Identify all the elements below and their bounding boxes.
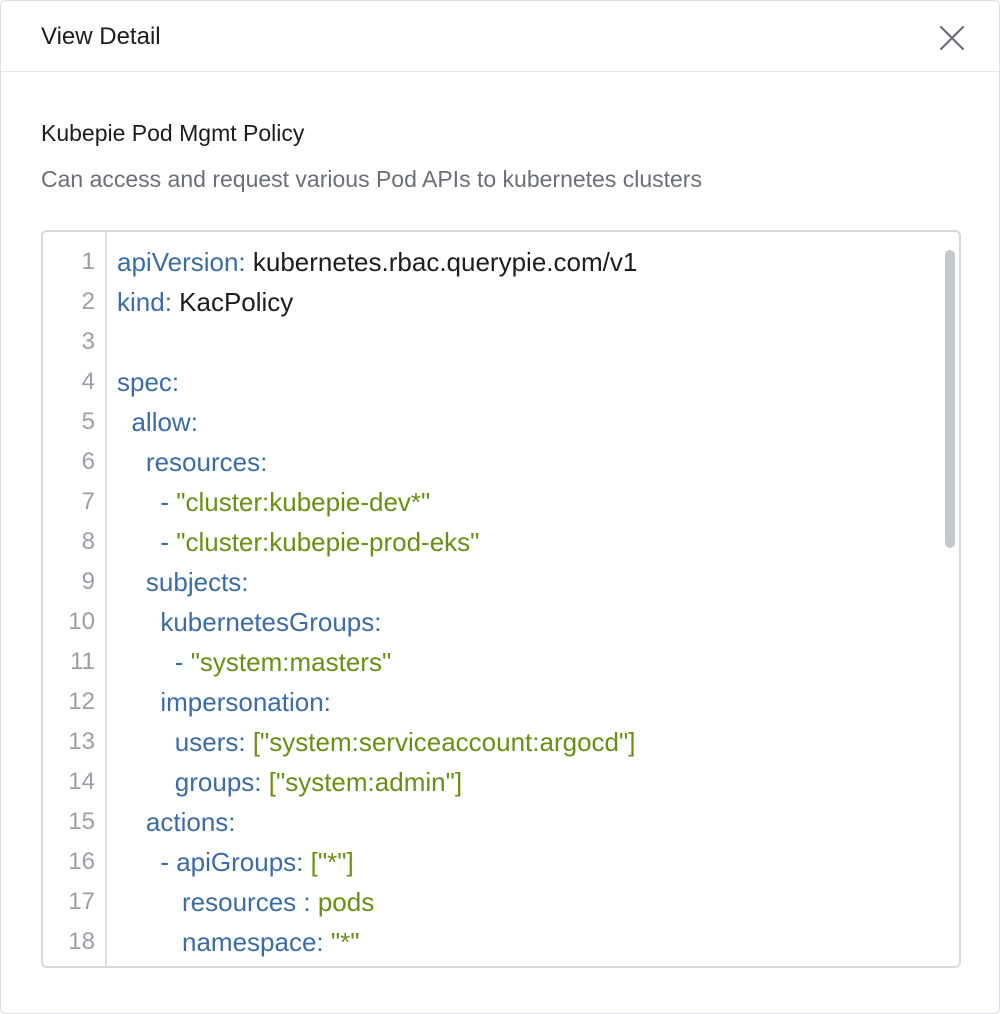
code-text: kubernetes.rbac.querypie.com/v1 xyxy=(245,247,638,277)
code-line: kind: KacPolicy xyxy=(117,282,293,322)
code-line: apiVersion: kubernetes.rbac.querypie.com… xyxy=(117,242,637,282)
line-number: 4 xyxy=(81,368,95,395)
code-line: actions: xyxy=(117,802,236,842)
code-key: actions: xyxy=(145,807,236,837)
code-key: users: xyxy=(174,727,246,757)
view-detail-dialog: View Detail Kubepie Pod Mgmt Policy Can … xyxy=(0,0,1000,1014)
code-line: impersonation: xyxy=(117,682,331,722)
code-string: "cluster:kubepie-dev*" xyxy=(176,487,431,517)
line-number: 10 xyxy=(68,608,95,635)
line-number: 17 xyxy=(68,888,95,915)
line-number: 14 xyxy=(68,768,95,795)
code-line: - "system:masters" xyxy=(117,642,391,682)
code-string: ["system:admin"] xyxy=(261,767,463,797)
code-line: spec: xyxy=(117,362,179,402)
editor-scrollbar[interactable] xyxy=(945,250,955,548)
code-key: spec: xyxy=(117,367,180,397)
code-key: resources : xyxy=(182,887,311,917)
policy-description: Can access and request various Pod APIs … xyxy=(41,166,702,192)
line-number: 1 xyxy=(81,248,95,275)
line-number: 9 xyxy=(81,568,95,595)
line-number: 7 xyxy=(81,488,95,515)
code-key: - xyxy=(174,647,191,677)
code-key: - xyxy=(160,527,177,557)
line-number: 16 xyxy=(68,848,95,875)
code-key: impersonation: xyxy=(160,687,331,717)
code-string: "cluster:kubepie-prod-eks" xyxy=(176,527,480,557)
code-line: kubernetesGroups: xyxy=(117,602,381,642)
code-line: groups: ["system:admin"] xyxy=(117,762,462,802)
line-number-gutter: 1 2 3 4 5 6 7 8 9 10 11 12 13 14 15 16 17 18 xyxy=(43,232,107,966)
code-string: pods xyxy=(310,887,375,917)
line-number: 18 xyxy=(68,928,95,955)
code-key: allow: xyxy=(131,407,198,437)
line-number: 8 xyxy=(81,528,95,555)
line-number: 15 xyxy=(68,808,95,835)
code-key: resources: xyxy=(145,447,268,477)
code-key: subjects: xyxy=(145,567,249,597)
dialog-title: View Detail xyxy=(41,23,161,50)
line-number: 3 xyxy=(81,328,95,355)
close-button[interactable] xyxy=(935,21,969,55)
code-key: - apiGroups: xyxy=(160,847,304,877)
code-key: namespace: xyxy=(182,927,324,957)
code-line: subjects: xyxy=(117,562,249,602)
code-line: resources: xyxy=(117,442,267,482)
code-string: "*" xyxy=(323,927,360,957)
policy-name: Kubepie Pod Mgmt Policy xyxy=(41,120,305,146)
code-string: ["system:serviceaccount:argocd"] xyxy=(245,727,636,757)
code-line: - "cluster:kubepie-dev*" xyxy=(117,482,430,522)
code-editor[interactable]: 1 2 3 4 5 6 7 8 9 10 11 12 13 14 15 16 17 18 apiVersion: … xyxy=(41,230,961,968)
code-line: users: ["system:serviceaccount:argocd"] xyxy=(117,722,636,762)
code-key: groups: xyxy=(174,767,262,797)
code-key: kind: xyxy=(117,287,172,317)
code-line: - apiGroups: ["*"] xyxy=(117,842,354,882)
line-number: 13 xyxy=(68,728,95,755)
line-number: 2 xyxy=(81,288,95,315)
code-key: apiVersion: xyxy=(117,247,246,277)
line-number: 6 xyxy=(81,448,95,475)
code-key: - xyxy=(160,487,177,517)
close-icon xyxy=(939,25,965,51)
line-number: 12 xyxy=(68,688,95,715)
code-string: ["*"] xyxy=(303,847,354,877)
code-text: KacPolicy xyxy=(171,287,294,317)
code-line: resources : pods xyxy=(117,882,374,922)
dialog-header: View Detail xyxy=(1,1,999,72)
code-string: "system:masters" xyxy=(190,647,392,677)
line-number: 11 xyxy=(70,648,95,675)
code-line: allow: xyxy=(117,402,198,442)
code-key: kubernetesGroups: xyxy=(160,607,382,637)
code-line: namespace: "*" xyxy=(117,922,359,962)
code-line: - "cluster:kubepie-prod-eks" xyxy=(117,522,479,562)
line-number: 5 xyxy=(81,408,95,435)
